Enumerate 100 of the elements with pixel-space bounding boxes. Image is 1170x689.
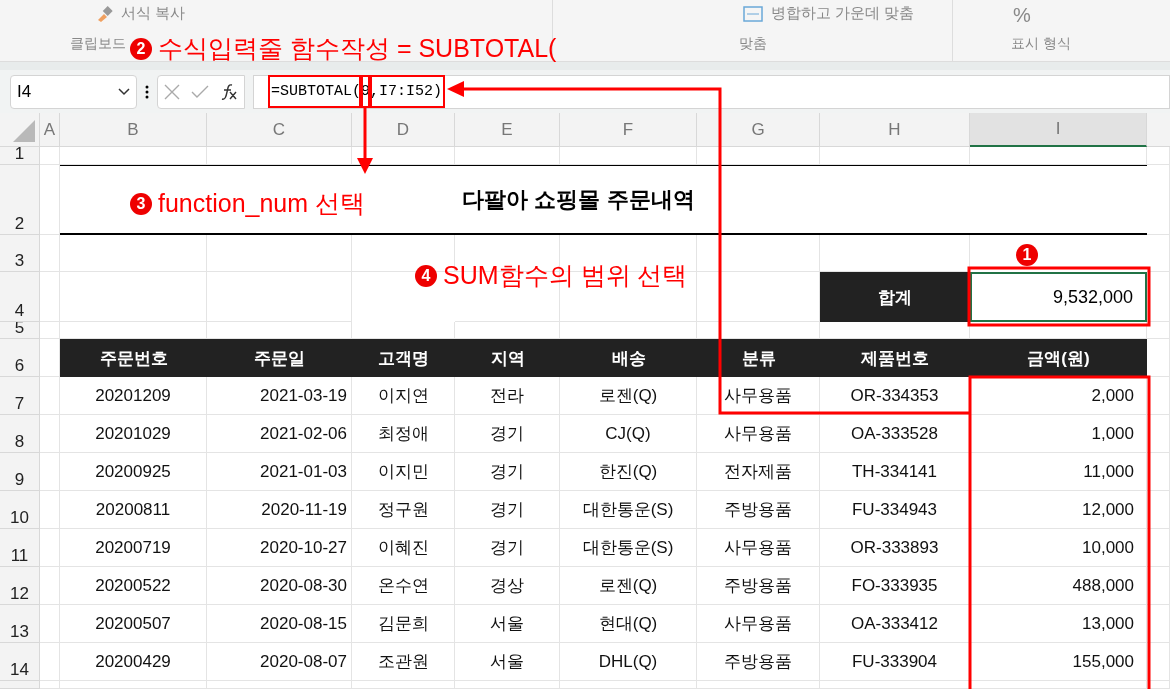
row-header[interactable]: 1 <box>0 147 40 165</box>
table-cell[interactable] <box>207 235 352 272</box>
table-cell[interactable] <box>207 681 352 689</box>
table-cell[interactable] <box>455 147 560 165</box>
table-cell: 사무용품 <box>697 377 820 415</box>
more-icon[interactable] <box>145 84 149 99</box>
column-header[interactable]: A <box>40 113 60 147</box>
row-header[interactable]: 13 <box>0 605 40 643</box>
table-cell[interactable] <box>970 147 1147 165</box>
table-cell[interactable] <box>40 567 60 605</box>
table-cell: 11,000 <box>970 453 1147 491</box>
check-icon[interactable] <box>191 84 209 99</box>
table-cell[interactable] <box>207 147 352 165</box>
table-cell[interactable] <box>560 681 697 689</box>
table-cell: 20200507 <box>60 605 207 643</box>
row-header[interactable]: 3 <box>0 235 40 272</box>
table-cell[interactable] <box>1147 377 1170 415</box>
row-header[interactable]: 9 <box>0 453 40 491</box>
table-cell[interactable] <box>697 235 820 272</box>
column-header[interactable]: F <box>560 113 697 147</box>
table-cell[interactable] <box>40 322 60 339</box>
table-cell[interactable] <box>1147 491 1170 529</box>
table-cell: 사무용품 <box>697 529 820 567</box>
table-cell[interactable] <box>60 681 207 689</box>
table-cell[interactable] <box>1147 322 1170 339</box>
row-header[interactable]: 6 <box>0 339 40 377</box>
total-value-cell[interactable]: 9,532,000 <box>970 272 1147 322</box>
table-cell[interactable] <box>40 491 60 529</box>
table-cell[interactable] <box>1147 605 1170 643</box>
row-header[interactable] <box>0 681 40 689</box>
table-cell[interactable] <box>1147 415 1170 453</box>
table-cell[interactable] <box>40 272 60 322</box>
table-cell[interactable] <box>40 643 60 681</box>
table-cell[interactable] <box>1147 235 1170 272</box>
table-cell[interactable] <box>60 235 207 272</box>
row-header[interactable]: 8 <box>0 415 40 453</box>
name-box[interactable]: I4 <box>10 74 137 109</box>
table-cell[interactable] <box>40 453 60 491</box>
table-cell: 정구원 <box>352 491 455 529</box>
table-cell: FU-334943 <box>820 491 970 529</box>
table-cell[interactable] <box>1147 453 1170 491</box>
table-cell[interactable] <box>40 529 60 567</box>
table-cell: 2,000 <box>970 377 1147 415</box>
table-cell[interactable] <box>820 147 970 165</box>
table-header: 제품번호 <box>820 339 970 377</box>
table-cell[interactable] <box>970 681 1147 689</box>
column-header[interactable]: B <box>60 113 207 147</box>
table-cell: FU-333904 <box>820 643 970 681</box>
table-cell[interactable] <box>1147 643 1170 681</box>
table-cell[interactable] <box>1147 681 1170 689</box>
table-cell[interactable] <box>40 235 60 272</box>
row-header[interactable]: 12 <box>0 567 40 605</box>
table-cell[interactable] <box>207 272 352 322</box>
table-cell[interactable] <box>40 165 60 235</box>
row-header[interactable]: 11 <box>0 529 40 567</box>
table-cell[interactable] <box>40 147 60 165</box>
function-icon[interactable] <box>220 82 239 101</box>
table-cell[interactable] <box>40 681 60 689</box>
row-header[interactable]: 5 <box>0 322 40 339</box>
table-cell[interactable] <box>697 147 820 165</box>
select-all-button[interactable] <box>0 113 40 147</box>
table-cell[interactable] <box>1147 529 1170 567</box>
table-cell[interactable] <box>1147 567 1170 605</box>
table-header: 배송 <box>560 339 697 377</box>
row-header[interactable]: 2 <box>0 165 40 235</box>
column-header[interactable]: H <box>820 113 970 147</box>
table-cell: 전라 <box>455 377 560 415</box>
table-cell: 한진(Q) <box>560 453 697 491</box>
table-cell: 2020-08-07 <box>207 643 352 681</box>
column-header[interactable]: G <box>697 113 820 147</box>
table-cell[interactable] <box>1147 147 1170 165</box>
table-cell: 김문희 <box>352 605 455 643</box>
table-cell: 20201029 <box>60 415 207 453</box>
table-cell[interactable] <box>1147 272 1170 322</box>
table-cell[interactable] <box>40 377 60 415</box>
row-header[interactable]: 14 <box>0 643 40 681</box>
column-header[interactable]: E <box>455 113 560 147</box>
table-cell: 서울 <box>455 643 560 681</box>
row-header[interactable]: 4 <box>0 272 40 322</box>
triangle-icon <box>13 120 35 142</box>
row-header[interactable]: 10 <box>0 491 40 529</box>
column-header[interactable]: D <box>352 113 455 147</box>
table-cell[interactable] <box>455 681 560 689</box>
column-header[interactable]: C <box>207 113 352 147</box>
cancel-icon[interactable] <box>163 83 180 100</box>
annotation-text: SUM함수의 범위 선택 <box>443 260 688 291</box>
column-header[interactable]: I <box>970 113 1147 147</box>
row-header[interactable]: 7 <box>0 377 40 415</box>
table-cell[interactable] <box>1147 165 1170 235</box>
table-cell[interactable] <box>352 681 455 689</box>
table-cell[interactable] <box>40 605 60 643</box>
table-cell[interactable] <box>697 681 820 689</box>
table-cell[interactable] <box>60 147 207 165</box>
table-cell[interactable] <box>40 415 60 453</box>
table-cell[interactable] <box>560 147 697 165</box>
table-cell: 2021-03-19 <box>207 377 352 415</box>
table-cell: 20201209 <box>60 377 207 415</box>
table-cell: OA-333412 <box>820 605 970 643</box>
table-cell: 주방용품 <box>697 491 820 529</box>
table-cell[interactable] <box>60 272 207 322</box>
